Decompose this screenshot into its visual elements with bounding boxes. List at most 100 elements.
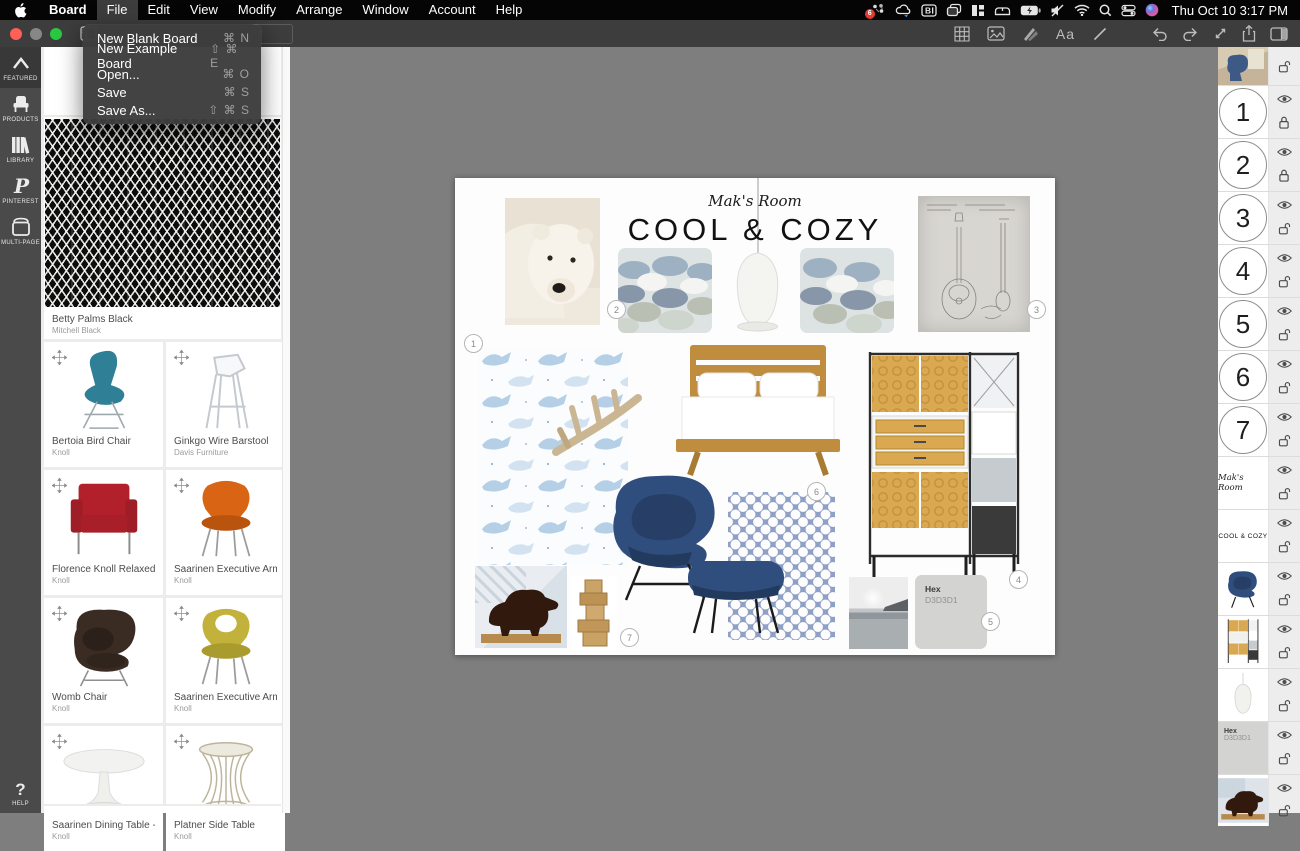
- menu-board[interactable]: Board: [39, 0, 97, 20]
- cloud-pillow-left[interactable]: [618, 248, 712, 333]
- windows-stack-icon[interactable]: [946, 3, 962, 17]
- battery-icon[interactable]: [1020, 5, 1041, 16]
- womb-ottoman-blue[interactable]: [682, 555, 790, 637]
- move-handle-icon[interactable]: [174, 478, 189, 493]
- draw-tool-icon[interactable]: [1092, 26, 1108, 42]
- product-card-saarinen-yellow[interactable]: Saarinen Executive Armless... Knoll: [166, 598, 285, 723]
- bed[interactable]: [668, 345, 848, 477]
- eye-icon[interactable]: [1277, 518, 1292, 528]
- sidebar-item-multi-page[interactable]: MULTI-PAGE: [0, 211, 41, 252]
- control-center-icon[interactable]: [1121, 4, 1136, 17]
- menu-bar-clock[interactable]: Thu Oct 10 3:17 PM: [1168, 3, 1288, 18]
- eye-icon[interactable]: [1277, 465, 1292, 475]
- layer-thumbnail[interactable]: [1218, 669, 1269, 721]
- panel-scrollbar[interactable]: [282, 47, 290, 813]
- lock-icon[interactable]: [1278, 115, 1290, 130]
- sidebar-item-library[interactable]: LIBRARY: [0, 129, 41, 170]
- eye-icon[interactable]: [1277, 677, 1292, 687]
- board-canvas[interactable]: Mak's Room COOL & COZY: [455, 178, 1055, 655]
- layer-row-7[interactable]: 7: [1218, 404, 1300, 457]
- b-app-icon[interactable]: B: [921, 4, 937, 17]
- text-tool-icon[interactable]: Aa: [1056, 26, 1075, 42]
- unlock-icon[interactable]: [1278, 221, 1291, 236]
- layer-thumbnail[interactable]: [1218, 616, 1269, 668]
- eye-icon[interactable]: [1277, 94, 1292, 104]
- zoom-button[interactable]: [50, 28, 62, 40]
- menu-edit[interactable]: Edit: [138, 0, 180, 20]
- layer-row-bear[interactable]: [1218, 775, 1300, 826]
- cloud-sync-icon[interactable]: [895, 3, 912, 17]
- menu-view[interactable]: View: [180, 0, 228, 20]
- layer-thumbnail[interactable]: 4: [1218, 245, 1269, 297]
- image-icon[interactable]: [987, 26, 1005, 41]
- move-handle-icon[interactable]: [52, 350, 67, 365]
- unlock-icon[interactable]: [1278, 539, 1291, 554]
- layer-row-pendant-lamp[interactable]: [1218, 669, 1300, 722]
- antler-object[interactable]: [548, 386, 648, 466]
- unlock-icon[interactable]: [1278, 751, 1291, 766]
- siri-icon[interactable]: [1145, 3, 1159, 17]
- seascape-photo[interactable]: [849, 577, 908, 649]
- layer-row-title[interactable]: COOL & COZY: [1218, 510, 1300, 563]
- move-handle-icon[interactable]: [52, 478, 67, 493]
- lock-icon[interactable]: [1278, 168, 1290, 183]
- layer-thumbnail[interactable]: COOL & COZY: [1218, 510, 1269, 562]
- layer-thumbnail[interactable]: [1218, 563, 1269, 615]
- menu-help[interactable]: Help: [486, 0, 533, 20]
- menu-file[interactable]: File: [97, 0, 138, 20]
- unlock-icon[interactable]: [1278, 433, 1291, 448]
- board-title[interactable]: COOL & COZY: [455, 212, 1055, 248]
- storage-unit[interactable]: [862, 350, 1025, 580]
- unlock-icon[interactable]: [1278, 274, 1291, 289]
- wifi-icon[interactable]: [1074, 4, 1090, 16]
- layer-row-hex-swatch[interactable]: Hex D3D3D1: [1218, 722, 1300, 775]
- eye-icon[interactable]: [1277, 359, 1292, 369]
- eye-icon[interactable]: [1277, 730, 1292, 740]
- product-card-platner-table[interactable]: Platner Side Table Knoll: [166, 726, 285, 851]
- unlock-icon[interactable]: [1278, 592, 1291, 607]
- minimize-button[interactable]: [30, 28, 42, 40]
- layer-row-storage-unit[interactable]: [1218, 616, 1300, 669]
- layer-thumbnail[interactable]: 1: [1218, 86, 1269, 138]
- unlock-icon[interactable]: [1278, 645, 1291, 660]
- redo-icon[interactable]: [1182, 27, 1199, 41]
- cloud-pillow-right[interactable]: [800, 248, 894, 333]
- eye-icon[interactable]: [1277, 412, 1292, 422]
- spotlight-icon[interactable]: [1099, 4, 1112, 17]
- layer-thumbnail[interactable]: 7: [1218, 404, 1269, 456]
- eye-icon[interactable]: [1277, 200, 1292, 210]
- layer-thumbnail[interactable]: 6: [1218, 351, 1269, 403]
- menu-window[interactable]: Window: [352, 0, 418, 20]
- eye-icon[interactable]: [1277, 783, 1292, 793]
- product-card-ginkgo-barstool[interactable]: Ginkgo Wire Barstool Davis Furniture: [166, 342, 285, 467]
- menu-modify[interactable]: Modify: [228, 0, 286, 20]
- layer-thumbnail[interactable]: 3: [1218, 192, 1269, 244]
- workspace[interactable]: Mak's Room COOL & COZY: [290, 47, 1218, 813]
- move-handle-icon[interactable]: [52, 606, 67, 621]
- sidebar-item-products[interactable]: PRODUCTS: [0, 88, 41, 129]
- layer-row-3[interactable]: 3: [1218, 192, 1300, 245]
- eye-icon[interactable]: [1277, 306, 1292, 316]
- layer-row-5[interactable]: 5: [1218, 298, 1300, 351]
- unlock-icon[interactable]: [1278, 698, 1291, 713]
- board-subtitle[interactable]: Mak's Room: [455, 192, 1055, 210]
- unlock-icon[interactable]: [1278, 803, 1291, 818]
- unlock-icon[interactable]: [1278, 327, 1291, 342]
- bear-sculpture-photo[interactable]: [475, 566, 567, 648]
- eye-icon[interactable]: [1277, 624, 1292, 634]
- mute-icon[interactable]: [1050, 4, 1065, 17]
- menu-item-new-example-board[interactable]: New Example Board ⇧ ⌘ E: [83, 47, 261, 65]
- sidebar-item-pinterest[interactable]: P PINTEREST: [0, 170, 41, 211]
- product-card-florence-lounge[interactable]: Florence Knoll Relaxed Lou... Knoll: [44, 470, 163, 595]
- grid-icon[interactable]: [954, 26, 970, 42]
- split-layout-icon[interactable]: [971, 4, 985, 17]
- keyboard-icon[interactable]: [994, 4, 1011, 16]
- layer-row-2[interactable]: 2: [1218, 139, 1300, 192]
- product-card-saarinen-table[interactable]: Saarinen Dining Table - 78 Knoll: [44, 726, 163, 851]
- layer-thumbnail[interactable]: [1218, 47, 1269, 85]
- eye-icon[interactable]: [1277, 147, 1292, 157]
- hex-color-swatch[interactable]: Hex D3D3D1: [915, 575, 987, 649]
- menu-arrange[interactable]: Arrange: [286, 0, 352, 20]
- layer-row-womb-chair[interactable]: [1218, 563, 1300, 616]
- close-button[interactable]: [10, 28, 22, 40]
